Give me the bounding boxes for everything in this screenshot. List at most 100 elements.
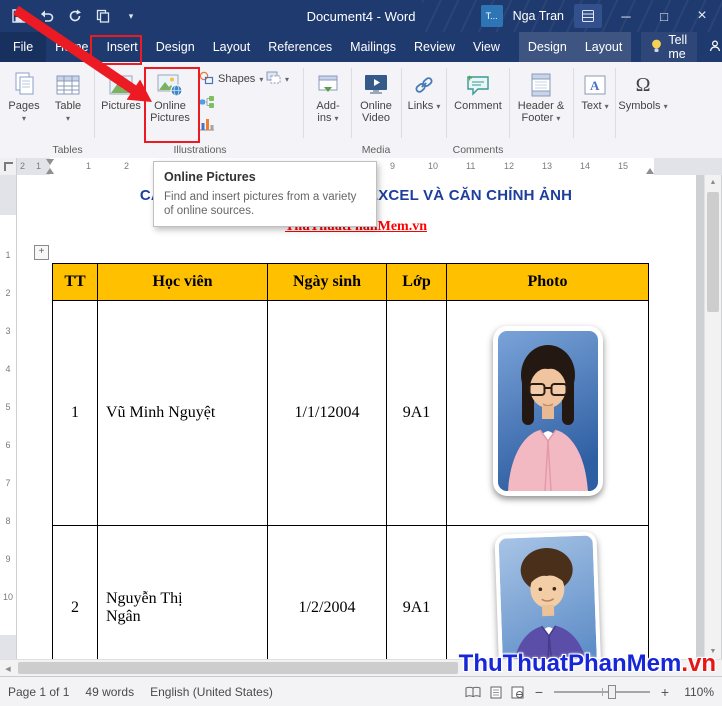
vertical-scroll-thumb[interactable] <box>707 192 719 312</box>
zoom-slider[interactable] <box>554 685 650 699</box>
tooltip-description: Find and insert pictures from a variety … <box>164 191 357 217</box>
add-ins-button[interactable]: Add-ins ▾ <box>307 65 349 143</box>
ruler-number: 2 <box>5 288 11 298</box>
chevron-down-icon: ▾ <box>285 74 290 84</box>
zoom-out-button[interactable]: − <box>533 684 545 700</box>
symbols-button[interactable]: Ω Symbols ▾ <box>618 65 668 143</box>
ruler-number: 14 <box>580 161 591 171</box>
screenshot-button[interactable]: ▾ <box>266 68 289 90</box>
tab-layout[interactable]: Layout <box>204 32 260 62</box>
ruler-number: 4 <box>5 364 11 374</box>
header-footer-label-line2: Footer <box>521 112 554 124</box>
maximize-button[interactable]: □ <box>650 4 678 28</box>
tab-references[interactable]: References <box>259 32 341 62</box>
symbols-label: Symbols <box>618 100 661 112</box>
tab-insert[interactable]: Insert <box>98 32 147 62</box>
ruler-number: 2 <box>20 161 26 171</box>
online-pictures-label-line2: Pictures <box>150 112 190 124</box>
close-button[interactable]: × <box>688 4 716 28</box>
chevron-down-icon: ▾ <box>128 10 134 21</box>
quick-access-toolbar: ▾ <box>0 5 142 27</box>
vertical-scrollbar[interactable]: ▲ ▼ <box>704 175 721 659</box>
tab-mailings[interactable]: Mailings <box>341 32 405 62</box>
tab-review[interactable]: Review <box>405 32 464 62</box>
pages-button[interactable]: Pages ▾ <box>5 65 43 143</box>
tab-table-layout[interactable]: Layout <box>576 32 632 62</box>
save-button[interactable] <box>8 5 30 27</box>
user-name[interactable]: Nga Tran <box>513 9 564 23</box>
pictures-button[interactable]: Pictures <box>98 65 144 143</box>
chevron-down-icon: ▾ <box>334 114 339 123</box>
chart-button[interactable] <box>199 114 215 136</box>
print-layout-button[interactable] <box>490 686 502 699</box>
document-page[interactable]: CÁCH CHÈN ẢNH VÀO WORD, EXCEL VÀ CĂN CHỈ… <box>16 175 696 659</box>
online-video-button[interactable]: Online Video <box>354 65 398 143</box>
table-row: 1 Vũ Minh Nguyệt 1/1/12004 9A1 <box>52 300 649 526</box>
tab-table-design[interactable]: Design <box>519 32 576 62</box>
scroll-up-arrow[interactable]: ▲ <box>705 175 721 190</box>
ribbon-tab-bar: File Home Insert Design Layout Reference… <box>0 32 722 62</box>
zoom-level[interactable]: 110% <box>680 685 714 699</box>
ruler-number: 2 <box>124 161 130 171</box>
read-mode-button[interactable] <box>465 686 481 698</box>
tab-design[interactable]: Design <box>147 32 204 62</box>
student-table[interactable]: TT Học viên Ngày sinh Lớp Photo 1 Vũ Min… <box>52 263 649 659</box>
online-video-icon <box>363 67 389 97</box>
redo-button[interactable] <box>64 5 86 27</box>
links-button[interactable]: Links ▾ <box>404 65 444 143</box>
word-count[interactable]: 49 words <box>85 685 134 699</box>
tab-view[interactable]: View <box>464 32 509 62</box>
chart-icon <box>199 117 215 134</box>
web-layout-button[interactable] <box>511 686 524 699</box>
table-label: Table <box>54 100 82 112</box>
online-pictures-button[interactable]: Online Pictures <box>146 65 194 143</box>
person-icon <box>709 39 721 55</box>
group-separator <box>615 68 616 138</box>
first-line-indent-marker[interactable] <box>46 159 54 165</box>
comment-button[interactable]: + Comment <box>450 65 506 143</box>
text-button[interactable]: A Text ▾ <box>576 65 614 143</box>
add-ins-label-line1: Add- <box>316 100 340 112</box>
column-header-tt: TT <box>52 263 98 301</box>
tell-me-label: Tell me <box>668 33 688 61</box>
undo-button[interactable] <box>36 5 58 27</box>
table-button[interactable]: Table ▾ <box>47 65 89 143</box>
tab-home[interactable]: Home <box>46 32 97 62</box>
ruler-number: 1 <box>5 250 11 260</box>
column-header-class: Lớp <box>386 263 447 301</box>
ribbon-display-options-button[interactable] <box>574 4 602 28</box>
vertical-ruler[interactable]: 1 2 3 4 5 6 7 8 9 10 <box>0 175 17 659</box>
share-button[interactable]: Share <box>697 32 722 62</box>
shapes-button[interactable]: Shapes ▾ <box>199 68 263 90</box>
zoom-slider-thumb[interactable] <box>608 685 616 699</box>
page-indicator[interactable]: Page 1 of 1 <box>8 685 69 699</box>
user-avatar-badge[interactable]: T... <box>480 5 503 27</box>
minimize-button[interactable]: ─ <box>612 4 640 28</box>
cell-class: 9A1 <box>386 300 447 526</box>
header-footer-icon <box>530 67 552 97</box>
smartart-icon <box>199 95 215 112</box>
hanging-indent-marker[interactable] <box>46 168 54 174</box>
header-footer-button[interactable]: Header & Footer ▾ <box>512 65 570 143</box>
ruler-number: 8 <box>5 516 11 526</box>
copy-button[interactable] <box>92 5 114 27</box>
ruler-number: 11 <box>466 161 476 171</box>
scroll-left-arrow[interactable]: ◀ <box>0 660 16 677</box>
language-indicator[interactable]: English (United States) <box>150 685 273 699</box>
horizontal-scroll-thumb[interactable] <box>18 662 458 674</box>
group-separator <box>401 68 402 138</box>
pictures-label: Pictures <box>101 100 141 112</box>
tab-selector[interactable] <box>0 158 17 175</box>
zoom-in-button[interactable]: + <box>659 684 671 700</box>
student-photo-2 <box>493 531 602 659</box>
table-move-handle[interactable]: + <box>34 245 49 260</box>
qat-customize-button[interactable]: ▾ <box>120 5 142 27</box>
chevron-down-icon: ▾ <box>556 114 561 123</box>
smartart-button[interactable] <box>199 92 215 114</box>
tab-file[interactable]: File <box>0 32 47 62</box>
table-row: 2 Nguyễn Thị Ngân 1/2/2004 9A1 <box>52 525 649 659</box>
right-indent-marker[interactable] <box>646 168 654 174</box>
group-separator <box>573 68 574 138</box>
svg-text:A: A <box>590 78 600 93</box>
tell-me-box[interactable]: Tell me <box>641 32 698 62</box>
